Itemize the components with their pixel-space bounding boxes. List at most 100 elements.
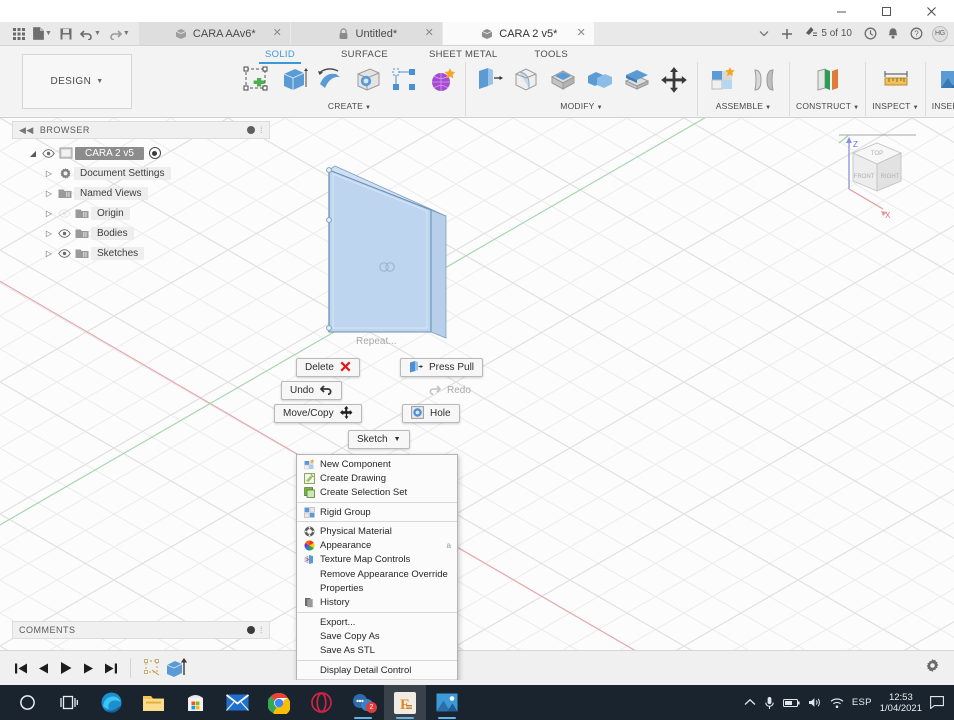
joint-icon[interactable]	[745, 62, 783, 98]
menu-item-save-as-stl[interactable]: Save As STL	[297, 644, 457, 658]
tree-node-bodies[interactable]: ▷ Bodies	[12, 223, 270, 243]
go-to-start-button[interactable]	[14, 662, 28, 675]
measure-icon[interactable]	[877, 62, 915, 98]
wifi-icon[interactable]	[830, 697, 844, 709]
menu-item-save-copy-as[interactable]: Save Copy As	[297, 629, 457, 643]
expand-triangle-icon[interactable]: ◢	[26, 149, 40, 158]
tab-surface[interactable]: SURFACE	[339, 48, 390, 61]
edge-button[interactable]	[90, 685, 132, 720]
photos-button[interactable]	[426, 685, 468, 720]
menu-item-display-detail-control[interactable]: Display Detail Control	[297, 663, 457, 677]
panel-inspect-label[interactable]: INSPECT ▼	[872, 101, 918, 111]
recent-icon[interactable]	[859, 23, 881, 45]
menu-item-appearance[interactable]: Appearance a	[297, 538, 457, 552]
chrome-button[interactable]	[258, 685, 300, 720]
opera-button[interactable]	[300, 685, 342, 720]
panel-modify-label[interactable]: MODIFY ▼	[560, 101, 602, 111]
chevron-down-icon[interactable]: ▼	[45, 30, 52, 37]
panel-create-label[interactable]: CREATE ▼	[328, 101, 371, 111]
move-copy-icon[interactable]	[657, 62, 691, 98]
workspace-switcher[interactable]: DESIGN ▼	[22, 54, 132, 109]
minimize-button[interactable]	[819, 0, 864, 22]
comments-panel-header[interactable]: COMMENTS ⁞	[12, 621, 270, 639]
create-sketch-icon[interactable]	[240, 62, 274, 98]
maximize-button[interactable]	[864, 0, 909, 22]
marking-menu-undo[interactable]: Undo	[281, 381, 342, 400]
expand-triangle-icon[interactable]: ▷	[42, 249, 56, 258]
messenger-button[interactable]: 2	[342, 685, 384, 720]
marking-menu-sketch[interactable]: Sketch ▼	[348, 430, 410, 449]
menu-item-create-drawing[interactable]: Create Drawing	[297, 471, 457, 485]
marking-menu-move-copy[interactable]: Move/Copy	[274, 404, 362, 423]
undo-icon[interactable]: ▼	[77, 24, 104, 44]
tab-sheet-metal[interactable]: SHEET METAL	[427, 48, 499, 61]
collapse-panel-icon[interactable]: ◀◀	[19, 125, 34, 136]
expand-triangle-icon[interactable]: ▷	[42, 169, 56, 178]
eye-icon[interactable]	[56, 228, 73, 238]
activate-component-radio[interactable]	[148, 147, 161, 159]
shell-icon[interactable]	[546, 62, 580, 98]
panel-resize-grip[interactable]: ⁞	[260, 125, 263, 135]
browser-options-icon[interactable]	[246, 126, 255, 134]
menu-item-export[interactable]: Export...	[297, 615, 457, 629]
volume-icon[interactable]	[808, 696, 822, 709]
help-icon[interactable]: ?	[905, 23, 927, 45]
document-tab-2[interactable]: Untitled* ✕	[290, 22, 443, 45]
tree-node-cara-2-v5[interactable]: ◢ CARA 2 v5	[12, 143, 270, 163]
menu-item-rigid-group[interactable]: Rigid Group	[297, 505, 457, 519]
eye-icon[interactable]	[56, 208, 73, 218]
close-icon[interactable]: ✕	[577, 28, 586, 39]
marking-menu-delete[interactable]: Delete	[296, 358, 360, 377]
eye-icon[interactable]	[40, 148, 57, 158]
extrude-feature-icon[interactable]	[164, 657, 190, 679]
comments-options-icon[interactable]	[246, 626, 255, 634]
new-file-icon[interactable]: ▼	[30, 24, 55, 44]
menu-item-physical-material[interactable]: Physical Material	[297, 524, 457, 538]
microsoft-store-button[interactable]	[174, 685, 216, 720]
expand-triangle-icon[interactable]: ▷	[42, 229, 56, 238]
marking-menu-repeat[interactable]: Repeat...	[348, 332, 405, 351]
insert-image-icon[interactable]	[933, 62, 954, 98]
panel-resize-grip[interactable]: ⁞	[260, 625, 263, 635]
add-tab-button[interactable]	[776, 23, 798, 45]
avatar[interactable]: HG	[932, 25, 948, 42]
fillet-icon[interactable]	[509, 62, 543, 98]
close-button[interactable]	[909, 0, 954, 22]
extrude-icon[interactable]	[277, 62, 311, 98]
press-pull-icon[interactable]	[472, 62, 506, 98]
expand-triangle-icon[interactable]: ▷	[42, 189, 56, 198]
menu-item-new-component[interactable]: New Component	[297, 457, 457, 471]
panel-construct-label[interactable]: CONSTRUCT ▼	[796, 101, 859, 111]
close-icon[interactable]: ✕	[273, 28, 282, 39]
menu-item-remove-appearance-override[interactable]: Remove Appearance Override	[297, 567, 457, 581]
combine-icon[interactable]	[583, 62, 617, 98]
close-icon[interactable]: ✕	[425, 28, 434, 39]
view-cube[interactable]: Z X TOP FRONT RIGHT	[821, 123, 926, 233]
tab-solid[interactable]: SOLID	[258, 48, 302, 64]
tab-tools[interactable]: TOOLS	[532, 48, 570, 61]
chevron-up-icon[interactable]	[744, 698, 756, 707]
marking-menu-press-pull[interactable]: Press Pull	[400, 358, 484, 377]
offset-face-icon[interactable]	[620, 62, 654, 98]
offset-plane-icon[interactable]	[809, 62, 847, 98]
hole-icon[interactable]	[351, 62, 385, 98]
panel-assemble-label[interactable]: ASSEMBLE ▼	[716, 101, 772, 111]
sketch-feature-icon[interactable]	[143, 658, 163, 678]
form-icon[interactable]	[425, 62, 459, 98]
document-tab-1[interactable]: CARA AAv6* ✕	[138, 22, 291, 45]
chevron-down-icon[interactable]	[753, 23, 775, 45]
solid-body[interactable]	[305, 138, 465, 363]
panel-insert-label[interactable]: INSERT▼	[932, 101, 954, 111]
tree-node-document-settings[interactable]: ▷ Document Settings	[12, 163, 270, 183]
grid-apps-icon[interactable]	[10, 24, 28, 44]
task-view-button[interactable]	[48, 685, 90, 720]
chevron-down-icon[interactable]: ▼	[123, 30, 130, 37]
chevron-down-icon[interactable]: ▼	[94, 30, 101, 37]
viewport-canvas[interactable]: Z X TOP FRONT RIGHT ◀◀ BROWSER ⁞ ◢ CARA …	[0, 118, 954, 680]
save-icon[interactable]	[57, 24, 75, 44]
marking-menu-redo[interactable]: Redo	[420, 381, 479, 400]
tree-node-sketches[interactable]: ▷ Sketches	[12, 243, 270, 263]
jobs-status[interactable]: 5 of 10	[799, 26, 858, 41]
mail-button[interactable]	[216, 685, 258, 720]
action-center-icon[interactable]	[930, 696, 944, 709]
